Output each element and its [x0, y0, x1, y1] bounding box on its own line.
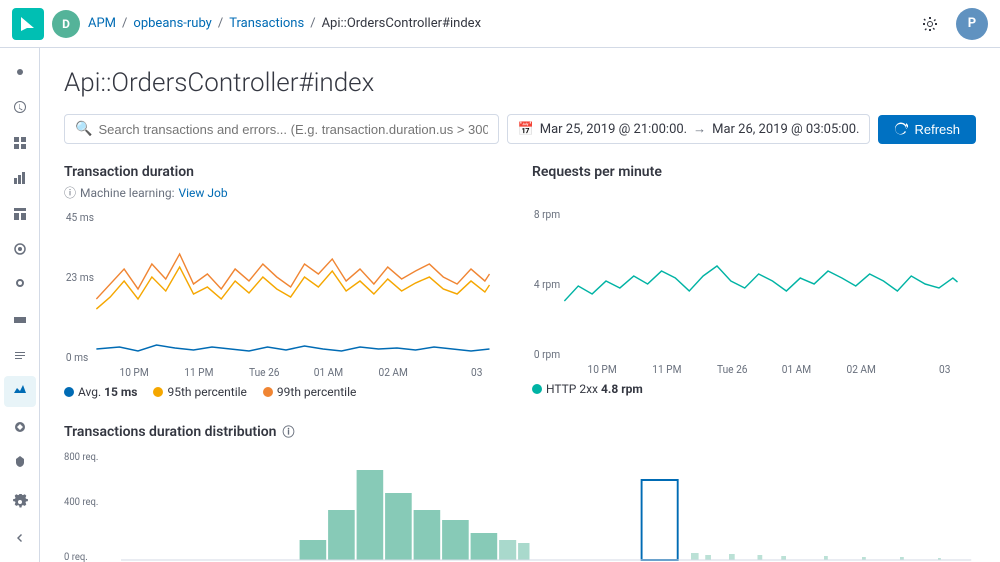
- transaction-duration-chart: 45 ms 23 ms 0 ms 10 PM 11 PM Tue 26 01 A…: [64, 209, 508, 379]
- svg-text:23 ms: 23 ms: [66, 271, 94, 284]
- breadcrumb-current: Api::OrdersController#index: [322, 16, 481, 31]
- sidebar-collapse-button[interactable]: [4, 522, 36, 554]
- svg-text:03: 03: [471, 366, 482, 379]
- distribution-title: Transactions duration distribution ⓘ: [64, 423, 976, 440]
- sidebar-icon-logs[interactable]: [4, 340, 36, 372]
- http2xx-legend: HTTP 2xx 4.8 rpm: [546, 382, 643, 396]
- sidebar-icon-visualize[interactable]: [4, 163, 36, 195]
- sidebar-icon-recent[interactable]: [4, 92, 36, 124]
- view-job-link[interactable]: View Job: [179, 186, 228, 200]
- avg-legend: Avg. 15 ms: [78, 385, 137, 399]
- svg-text:Tue 26: Tue 26: [717, 363, 748, 376]
- svg-text:800 req.: 800 req.: [64, 452, 98, 463]
- sidebar-icon-apm[interactable]: [4, 376, 36, 408]
- distribution-info-icon[interactable]: ⓘ: [283, 423, 295, 440]
- svg-text:400 req.: 400 req.: [64, 497, 98, 508]
- breadcrumb-sep-3: /: [310, 16, 315, 31]
- rpm-legend: HTTP 2xx 4.8 rpm: [532, 382, 976, 396]
- sidebar: [0, 48, 40, 562]
- svg-text:8 rpm: 8 rpm: [534, 208, 560, 221]
- date-end: Mar 26, 2019 @ 03:05:00.: [712, 122, 859, 137]
- requests-per-minute-panel: Requests per minute 8 rpm 4 rpm 0 rpm 10…: [532, 164, 976, 399]
- breadcrumb-sep-1: /: [122, 16, 127, 31]
- breadcrumb: APM / opbeans-ruby / Transactions / Api:…: [88, 16, 481, 31]
- search-input[interactable]: [98, 122, 487, 137]
- ml-link-row: ⓘ Machine learning: View Job: [64, 184, 508, 201]
- breadcrumb-apm[interactable]: APM: [88, 16, 116, 31]
- date-range-picker[interactable]: 📅 Mar 25, 2019 @ 21:00:00. → Mar 26, 201…: [507, 114, 871, 144]
- sidebar-icon-canvas[interactable]: [4, 234, 36, 266]
- user-avatar[interactable]: P: [956, 8, 988, 40]
- svg-text:11 PM: 11 PM: [184, 366, 213, 379]
- svg-text:Tue 26: Tue 26: [249, 366, 280, 379]
- search-bar[interactable]: 🔍: [64, 114, 499, 144]
- svg-text:4 rpm: 4 rpm: [534, 278, 560, 291]
- date-start: Mar 25, 2019 @ 21:00:00.: [540, 122, 687, 137]
- refresh-button[interactable]: Refresh: [878, 115, 976, 144]
- charts-row: Transaction duration ⓘ Machine learning:…: [64, 164, 976, 399]
- settings-button[interactable]: [914, 8, 946, 40]
- svg-text:10 PM: 10 PM: [120, 366, 149, 379]
- search-icon: 🔍: [75, 121, 92, 137]
- rpm-chart: 8 rpm 4 rpm 0 rpm 10 PM 11 PM Tue 26 01 …: [532, 206, 976, 376]
- svg-text:0 req.: 0 req.: [64, 552, 88, 562]
- rpm-title: Requests per minute: [532, 164, 976, 180]
- top-navigation: D APM / opbeans-ruby / Transactions / Ap…: [0, 0, 1000, 48]
- main-layout: Api::OrdersController#index 🔍 📅 Mar 25, …: [0, 48, 1000, 562]
- page-title: Api::OrdersController#index: [64, 68, 976, 98]
- refresh-icon: [894, 122, 908, 136]
- main-content: Api::OrdersController#index 🔍 📅 Mar 25, …: [40, 48, 1000, 562]
- svg-text:02 AM: 02 AM: [379, 366, 408, 379]
- calendar-icon: 📅: [518, 122, 534, 137]
- svg-text:10 PM: 10 PM: [588, 363, 617, 376]
- sidebar-icon-discover[interactable]: [4, 127, 36, 159]
- transaction-duration-title: Transaction duration: [64, 164, 508, 180]
- sidebar-icon-dashboard[interactable]: [4, 198, 36, 230]
- sidebar-icon-siem[interactable]: [4, 447, 36, 479]
- breadcrumb-sep-2: /: [218, 16, 223, 31]
- svg-text:0 ms: 0 ms: [66, 351, 88, 364]
- distribution-chart: 800 req. 400 req. 0 req. 0 ms 5 ms 10 ms…: [64, 448, 976, 562]
- p99-legend: 99th percentile: [277, 385, 356, 399]
- p95-legend: 95th percentile: [167, 385, 246, 399]
- svg-text:01 AM: 01 AM: [314, 366, 343, 379]
- toolbar: 🔍 📅 Mar 25, 2019 @ 21:00:00. → Mar 26, 2…: [64, 114, 976, 144]
- breadcrumb-opbeans[interactable]: opbeans-ruby: [133, 16, 211, 31]
- transaction-duration-panel: Transaction duration ⓘ Machine learning:…: [64, 164, 508, 399]
- space-badge[interactable]: D: [52, 10, 80, 38]
- kibana-logo: [12, 8, 44, 40]
- breadcrumb-transactions[interactable]: Transactions: [229, 16, 304, 31]
- svg-text:11 PM: 11 PM: [652, 363, 681, 376]
- sidebar-icon-infra[interactable]: [4, 305, 36, 337]
- svg-text:45 ms: 45 ms: [66, 211, 94, 224]
- refresh-label: Refresh: [914, 122, 960, 137]
- svg-text:01 AM: 01 AM: [782, 363, 811, 376]
- sidebar-icon-uptime[interactable]: [4, 411, 36, 443]
- sidebar-icon-settings[interactable]: [4, 486, 36, 518]
- svg-text:02 AM: 02 AM: [847, 363, 876, 376]
- sidebar-icon-maps[interactable]: [4, 269, 36, 301]
- nav-right-area: P: [914, 8, 988, 40]
- duration-legend: Avg. 15 ms 95th percentile 99th percenti…: [64, 385, 508, 399]
- date-arrow: →: [693, 121, 706, 137]
- sidebar-icon-home[interactable]: [4, 56, 36, 88]
- distribution-section: Transactions duration distribution ⓘ 800…: [64, 423, 976, 562]
- svg-text:03: 03: [939, 363, 950, 376]
- svg-text:0 rpm: 0 rpm: [534, 348, 560, 361]
